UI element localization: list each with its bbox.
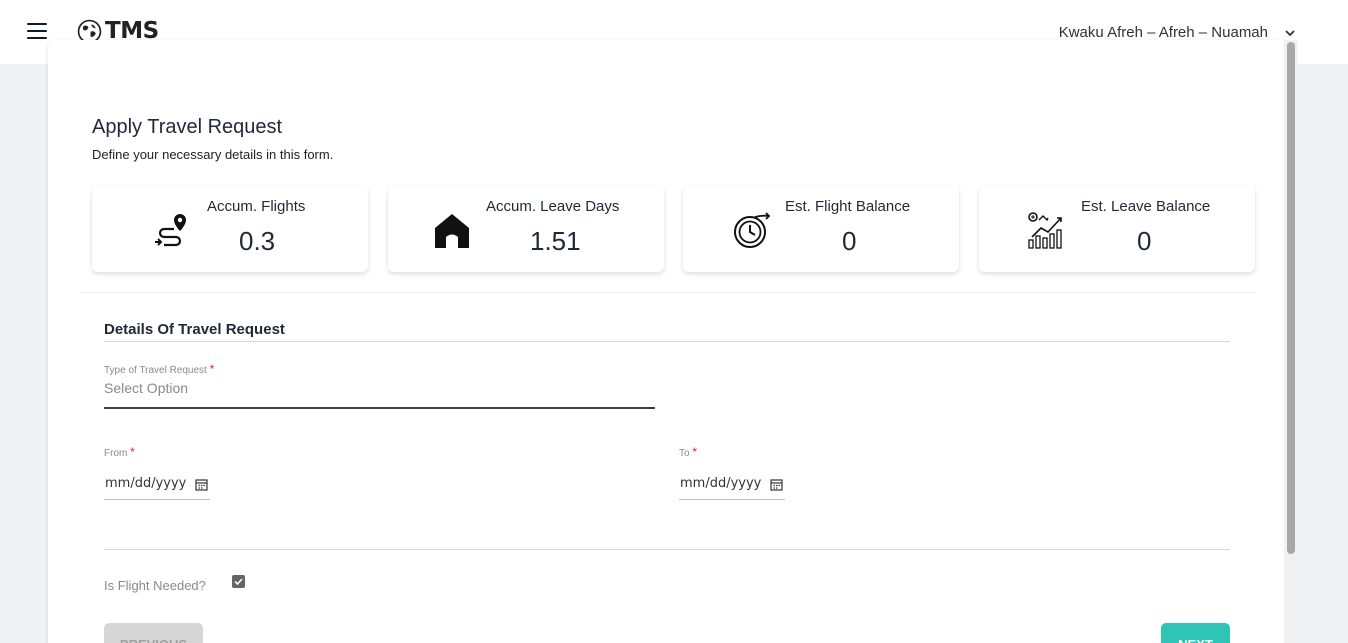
from-date-value: mm/dd/yyyy	[105, 476, 187, 491]
calendar-icon[interactable]	[770, 478, 783, 491]
calendar-icon[interactable]	[195, 478, 208, 491]
stat-label: Accum. Leave Days	[486, 198, 620, 215]
user-name: Kwaku Afreh – Afreh – Nuamah	[1058, 24, 1268, 41]
required-mark: *	[130, 445, 135, 459]
travel-request-type-select[interactable]: Select Option	[104, 378, 655, 409]
scrollbar-thumb[interactable]	[1287, 42, 1295, 554]
from-label: From *	[104, 445, 135, 459]
to-label: To *	[679, 445, 698, 459]
flight-route-icon	[155, 214, 186, 247]
stat-label: Accum. Flights	[207, 198, 306, 215]
stat-value: 0.3	[239, 226, 276, 256]
hamburger-menu-icon[interactable]	[27, 23, 47, 41]
section-title: Details Of Travel Request	[104, 321, 285, 338]
flight-needed-checkbox[interactable]	[232, 575, 245, 588]
stat-card-est-leave-balance: Est. Leave Balance 0	[979, 186, 1255, 272]
to-date-value: mm/dd/yyyy	[680, 476, 762, 491]
divider	[104, 341, 1230, 342]
next-button[interactable]: NEXT	[1161, 623, 1230, 643]
user-menu[interactable]: Kwaku Afreh – Afreh – Nuamah	[1059, 24, 1296, 41]
to-date-input[interactable]: mm/dd/yyyy	[679, 472, 785, 500]
required-mark: *	[209, 362, 215, 376]
stat-card-accum-leave-days: Accum. Leave Days 1.51	[388, 186, 664, 272]
stat-label: Est. Flight Balance	[785, 198, 911, 215]
stat-value: 0	[842, 226, 857, 256]
stat-card-est-flight-balance: Est. Flight Balance 0	[683, 186, 959, 272]
divider	[104, 549, 1230, 550]
stat-label: Est. Leave Balance	[1081, 198, 1211, 215]
page-subtitle: Define your necessary details in this fo…	[92, 147, 334, 162]
growth-chart-icon	[1028, 212, 1062, 249]
checkmark-icon	[234, 578, 243, 586]
page-title: Apply Travel Request	[92, 116, 283, 138]
clock-arrow-icon	[734, 212, 771, 248]
flight-needed-label: Is Flight Needed?	[104, 578, 206, 593]
stat-value: 0	[1137, 226, 1152, 256]
from-date-input[interactable]: mm/dd/yyyy	[104, 472, 210, 500]
stat-value: 1.51	[530, 226, 581, 256]
house-icon	[435, 214, 469, 248]
chevron-down-icon	[1285, 29, 1295, 36]
divider	[80, 292, 1256, 293]
select-placeholder: Select Option	[104, 380, 189, 396]
previous-button[interactable]: PREVIOUS	[104, 623, 203, 643]
stat-card-accum-flights: Accum. Flights 0.3	[92, 186, 368, 272]
type-of-travel-request-label: Type of Travel Request *	[104, 362, 215, 376]
required-mark: *	[692, 445, 698, 459]
